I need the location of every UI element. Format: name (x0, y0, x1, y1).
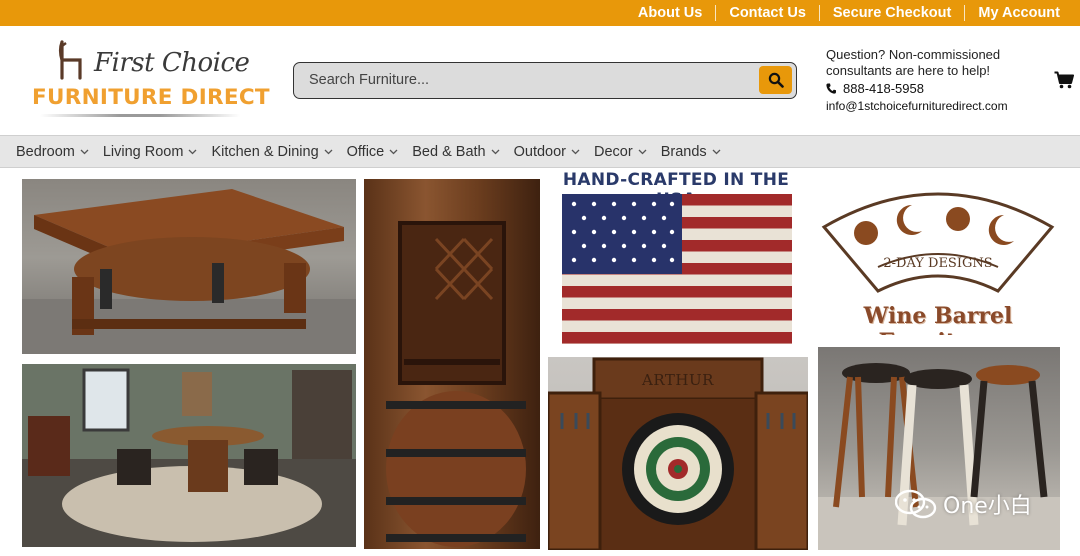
site-logo[interactable]: First Choice FURNITURE DIRECT (32, 38, 272, 118)
dining-room-image[interactable] (22, 364, 356, 547)
us-flag-illustration (562, 194, 792, 344)
search-input[interactable] (294, 63, 754, 97)
nav-item-living-room[interactable]: Living Room (103, 144, 198, 160)
dartboard-cabinet-image[interactable]: ARTHUR (548, 357, 808, 550)
nav-item-brands[interactable]: Brands (661, 144, 721, 160)
chair-logo-icon (58, 40, 82, 80)
chevron-down-icon (638, 149, 647, 154)
chevron-down-icon (324, 149, 333, 154)
chevron-down-icon (188, 149, 197, 154)
nav-item-label: Outdoor (513, 143, 567, 160)
coffee-table-illustration (22, 189, 356, 354)
link-divider (715, 5, 717, 21)
hand-crafted-usa-image[interactable]: HAND-CRAFTED IN THE USA (548, 170, 804, 348)
phone-icon (826, 83, 836, 94)
search-bar (293, 62, 797, 99)
dartboard-name-plate: ARTHUR (642, 371, 714, 389)
site-header: First Choice FURNITURE DIRECT Question? … (0, 26, 1080, 135)
phone-line[interactable]: 888-418-5958 (826, 81, 1046, 97)
nav-item-label: Decor (594, 143, 633, 160)
logo-underline (40, 114, 240, 117)
about-us-link[interactable]: About Us (638, 5, 702, 21)
nav-item-label: Office (346, 143, 385, 160)
my-account-link[interactable]: My Account (978, 5, 1060, 21)
search-icon (768, 72, 784, 88)
help-text: Question? Non-commissioned consultants a… (826, 47, 1001, 78)
phone-number: 888-418-5958 (843, 81, 924, 96)
top-links: About Us Contact Us Secure Checkout My A… (638, 0, 1060, 26)
secure-checkout-link[interactable]: Secure Checkout (833, 5, 951, 21)
link-divider (964, 5, 966, 21)
wine-barrel-furniture-brand-image[interactable]: 2-DAY DESIGNS Wine Barrel Furniture (818, 175, 1058, 335)
email-link[interactable]: info@1stchoicefurnituredirect.com (826, 99, 1046, 115)
chevron-down-icon (389, 149, 398, 154)
watermark-text: One小白 (943, 494, 1032, 519)
contact-us-link[interactable]: Contact Us (729, 5, 806, 21)
nav-item-label: Bed & Bath (412, 143, 486, 160)
contact-info: Question? Non-commissioned consultants a… (826, 47, 1046, 114)
barrel-coffee-table-image[interactable] (22, 179, 356, 354)
barrel-cabinet-illustration (386, 221, 526, 547)
logo-script-text: First Choice (94, 48, 250, 78)
chevron-down-icon (712, 149, 721, 154)
nav-item-label: Bedroom (16, 143, 75, 160)
nav-item-label: Kitchen & Dining (211, 143, 319, 160)
wechat-icon (895, 489, 937, 519)
nav-item-kitchen-dining[interactable]: Kitchen & Dining (211, 143, 333, 160)
chevron-down-icon (491, 149, 500, 154)
nav-item-outdoor[interactable]: Outdoor (514, 144, 580, 160)
dining-room-illustration (22, 364, 356, 547)
two-day-designs-logo: 2-DAY DESIGNS (821, 192, 1055, 293)
category-nav: Bedroom Living Room Kitchen & Dining Off… (0, 135, 1080, 168)
cart-icon[interactable] (1054, 71, 1074, 89)
chevron-down-icon (80, 149, 89, 154)
nav-item-label: Living Room (102, 143, 184, 160)
nav-item-label: Brands (660, 143, 707, 160)
wine-barrel-cabinet-image[interactable] (364, 179, 540, 549)
top-utility-bar: About Us Contact Us Secure Checkout My A… (0, 0, 1080, 26)
watermark: One小白 (895, 488, 1032, 520)
nav-item-decor[interactable]: Decor (594, 144, 647, 160)
search-button[interactable] (759, 66, 792, 94)
chevron-down-icon (571, 149, 580, 154)
link-divider (818, 5, 820, 21)
nav-item-office[interactable]: Office (347, 144, 399, 160)
logo-main-text: FURNITURE DIRECT (32, 85, 270, 110)
nav-item-bedroom[interactable]: Bedroom (16, 144, 89, 160)
wine-barrel-caption: Wine Barrel Furniture (863, 303, 1013, 335)
nav-item-bed-bath[interactable]: Bed & Bath (412, 143, 500, 160)
two-day-designs-text: 2-DAY DESIGNS (883, 256, 992, 271)
